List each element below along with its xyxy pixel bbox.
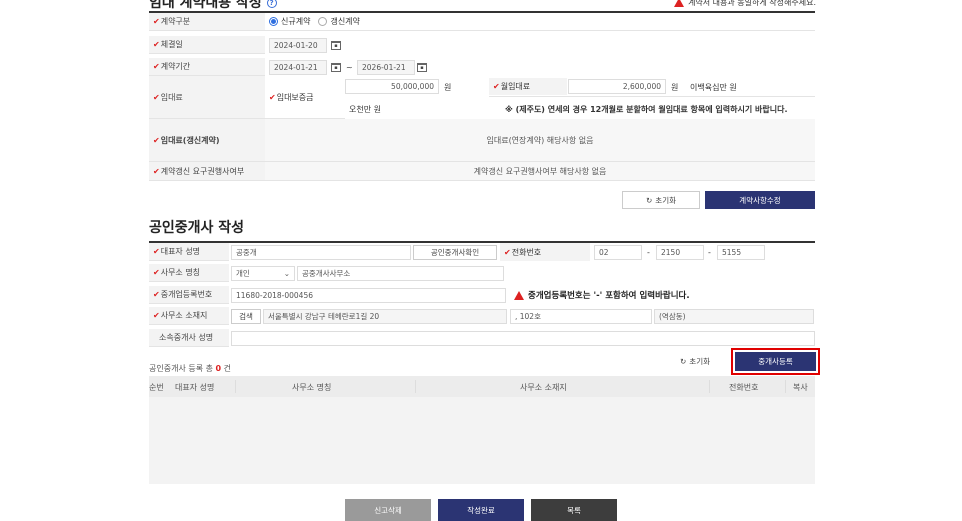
warning-icon <box>674 0 685 7</box>
monthly-unit: 원 <box>671 83 679 92</box>
period-start-input[interactable]: 2024-01-21 <box>269 60 327 75</box>
deposit-unit: 원 <box>444 83 452 92</box>
period-end-input[interactable]: 2026-01-21 <box>357 60 415 75</box>
complete-button[interactable]: 작성완료 <box>438 499 524 521</box>
agent-table: 순번 대표자 성명 사무소 명칭 사무소 소재지 전화번호 복사 <box>149 376 815 484</box>
calendar-icon[interactable]: ▪ <box>331 63 341 72</box>
office-name-label: ✔ 사무소 명칭 <box>149 264 229 282</box>
renew-request-label: ✔ 계약갱신 요구권행사여부 <box>149 162 265 181</box>
renew-request-cell: 계약갱신 요구권행사여부 해당사항 없음 <box>265 162 815 181</box>
verify-agent-button[interactable]: 공인중개사확인 <box>413 245 497 260</box>
col-address: 사무소 소재지 <box>520 383 567 392</box>
col-phone: 전화번호 <box>729 383 759 392</box>
section-title-agent: 공인중개사 작성 <box>149 220 245 236</box>
col-no: 순번 <box>149 383 164 392</box>
col-office: 사무소 명칭 <box>292 383 332 392</box>
reg-warning: 중개업등록번호는 '-' 포함하여 입력바랍니다. <box>514 289 690 301</box>
radio-renew[interactable] <box>318 17 328 26</box>
phone-last-input[interactable]: 5155 <box>717 245 765 260</box>
lease-title-text: 임대 계약내용 작성 <box>149 0 262 11</box>
phone-mid-input[interactable]: 2150 <box>656 245 704 260</box>
contract-date-label: ✔ 체결일 <box>149 36 265 54</box>
address-extra-input[interactable]: (역삼동) <box>654 309 814 324</box>
office-address-label: ✔ 사무소 소재지 <box>149 307 229 325</box>
deposit-label: ✔ 임대보증금 <box>265 76 345 119</box>
period-separator: ~ <box>346 63 353 72</box>
dash: - <box>647 248 650 257</box>
address-search-button[interactable]: 검색 <box>231 309 261 324</box>
agent-divider <box>149 241 815 243</box>
phone-area-input[interactable]: 02 <box>594 245 642 260</box>
rep-name-input[interactable]: 공중개 <box>231 245 411 260</box>
monthly-label: ✔ 월임대료 <box>489 78 567 95</box>
table-header: 순번 대표자 성명 사무소 명칭 사무소 소재지 전화번호 복사 <box>149 376 815 397</box>
radio-new[interactable] <box>269 17 278 26</box>
office-type-select[interactable]: 개인 ⌄ <box>231 266 295 281</box>
radio-new-label: 신규계약 <box>281 17 311 26</box>
contract-type-cell: 신규계약 갱신계약 <box>265 13 815 31</box>
address-detail-input[interactable]: , 102호 <box>510 309 652 324</box>
col-copy: 복사 <box>793 383 808 392</box>
col-rep: 대표자 성명 <box>175 383 215 392</box>
member-agent-label: 소속중개사 성명 <box>149 329 229 347</box>
contract-period-label: ✔ 계약기간 <box>149 58 265 76</box>
renew-rent-label: ✔ 임대료(갱신계약) <box>149 119 265 162</box>
list-button[interactable]: 목록 <box>531 499 617 521</box>
member-agent-input[interactable] <box>231 331 815 346</box>
header-notice: 계약서 내용과 동일하게 작성해주세요. <box>674 0 816 8</box>
monthly-input[interactable]: 2,600,000 <box>568 79 666 94</box>
jeju-note: ※ (제주도) 연세의 경우 12개월로 분할하여 월임대료 항목에 입력하시기… <box>505 105 788 114</box>
chevron-down-icon: ⌄ <box>283 269 290 278</box>
delete-report-button[interactable]: 신고삭제 <box>345 499 431 521</box>
calendar-icon[interactable]: ▪ <box>331 41 341 50</box>
agent-reset-button[interactable]: ↻ 초기화 <box>662 352 728 370</box>
reg-number-label: ✔ 중개업등록번호 <box>149 286 229 304</box>
rent-label: ✔ 임대료 <box>149 76 265 119</box>
deposit-words: 오천만 원 <box>349 105 381 114</box>
refresh-icon: ↻ <box>680 356 687 366</box>
reg-number-input[interactable]: 11680-2018-000456 <box>231 288 506 303</box>
agent-count: 공인중개사 등록 총 0 건 <box>149 364 232 373</box>
contract-type-label: ✔ 계약구분 <box>149 13 265 31</box>
refresh-icon: ↻ <box>646 195 653 205</box>
dash: - <box>708 248 711 257</box>
deposit-input[interactable]: 50,000,000 <box>345 79 439 94</box>
address-input[interactable]: 서울특별시 강남구 테헤란로1길 20 <box>263 309 507 324</box>
warning-icon <box>514 290 524 300</box>
contract-reset-button[interactable]: ↻ 초기화 <box>622 191 700 209</box>
office-name-input[interactable]: 공중개사사무소 <box>297 266 504 281</box>
renew-rent-cell: 임대료(연장계약) 해당사항 없음 <box>265 119 815 162</box>
divider <box>489 96 815 97</box>
calendar-icon[interactable]: ▪ <box>417 63 427 72</box>
contract-modify-button[interactable]: 계약사항수정 <box>705 191 815 209</box>
info-icon[interactable]: ? <box>266 0 277 8</box>
rep-name-label: ✔ 대표자 성명 <box>149 243 229 261</box>
phone-label: ✔ 전화번호 <box>500 243 590 261</box>
monthly-words: 이백육십만 원 <box>690 83 737 92</box>
radio-renew-label: 갱신계약 <box>330 17 360 26</box>
register-agent-button[interactable]: 중개사등록 <box>735 352 816 371</box>
contract-date-input[interactable]: 2024-01-20 <box>269 38 327 53</box>
